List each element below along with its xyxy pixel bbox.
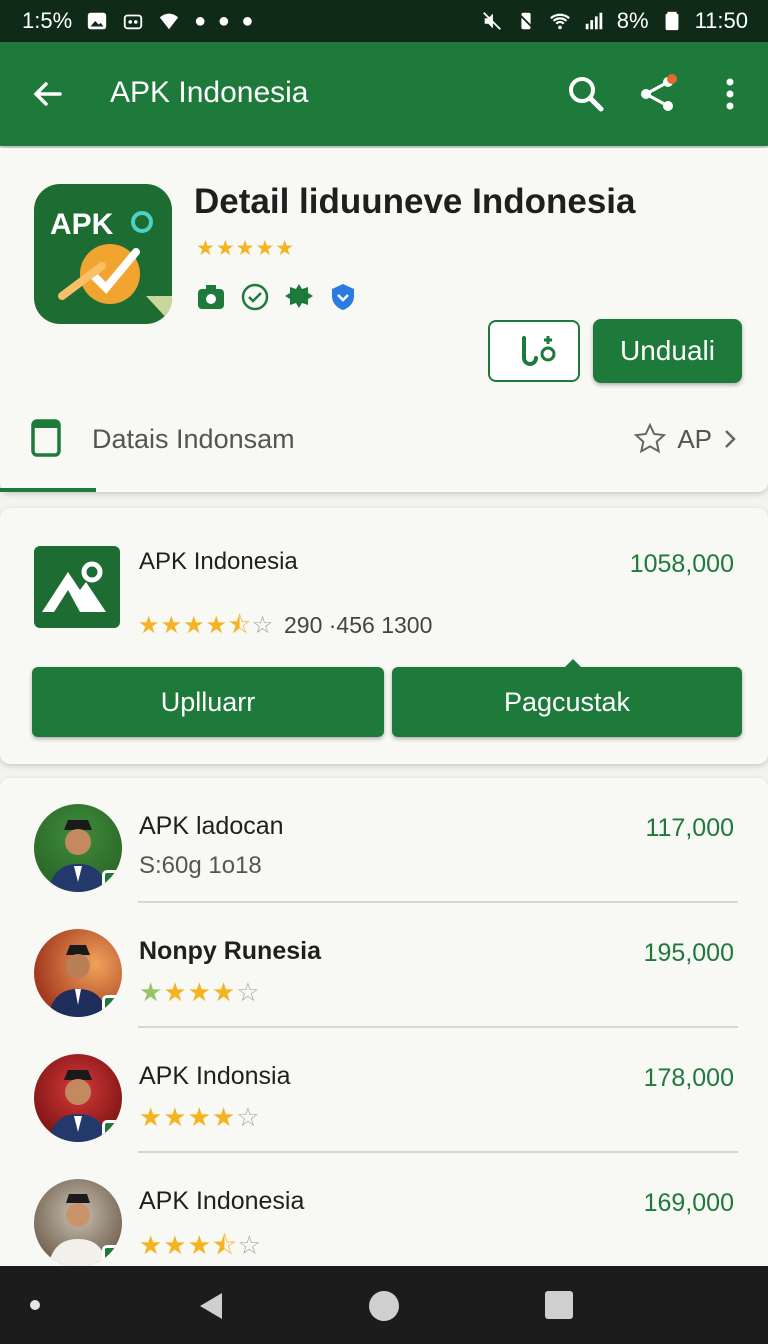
status-left-text: 1:5% [22, 8, 73, 33]
signal-icon [585, 12, 603, 30]
app-list: APK ladocan S:60g 1o18 117,000 Nonpy Run… [0, 778, 768, 1268]
install-button[interactable]: Unduali [593, 319, 742, 383]
featured-app-card[interactable]: APK Indonesia 1058,000 ★★★★⯪☆ 290 ·456 1… [0, 508, 768, 764]
mute-icon [482, 12, 501, 30]
clock: 11:50 [694, 8, 748, 33]
battery-icon [665, 11, 678, 31]
list-item-price: 178,000 [643, 1064, 734, 1092]
list-item-name: Nonpy Runesia [139, 937, 321, 965]
system-nav-bar [0, 1266, 768, 1344]
download-plus-icon [522, 336, 556, 366]
star-outline-icon [633, 422, 667, 454]
avatar [34, 804, 122, 892]
more-notifications-icon: ● ● ● [194, 9, 257, 32]
app-logo: APK [34, 184, 172, 324]
verified-check-badge-icon [241, 283, 269, 311]
status-bar: 1:5% ● ● ● 8% 11:50 [0, 0, 768, 42]
app-badges [196, 282, 358, 312]
back-arrow-icon[interactable] [28, 74, 68, 114]
list-item-subtitle: S:60g 1o18 [139, 852, 262, 879]
app-name: Detail liduuneve Indonesia [194, 182, 636, 221]
list-item-price: 117,000 [645, 814, 734, 842]
list-item-price: 195,000 [643, 939, 734, 967]
camera-badge-icon [198, 285, 224, 309]
list-item[interactable]: APK ladocan S:60g 1o18 117,000 [0, 778, 768, 903]
tab-indicator [0, 488, 96, 492]
back-nav-icon[interactable] [196, 1290, 226, 1322]
featured-app-meta: 290 ·456 1300 [284, 612, 433, 638]
rate-app-link[interactable]: AP [633, 422, 738, 456]
app-detail-card: APK Detail liduuneve Indonesia ★★★★★ Und… [0, 148, 768, 492]
app-bar-title: APK Indonesia [110, 76, 309, 109]
list-item-name: APK Indonesia [139, 1187, 305, 1215]
verified-dot [102, 870, 122, 890]
avatar [34, 929, 122, 1017]
app-rating-stars: ★★★★★ [196, 237, 296, 260]
verified-dot [102, 1245, 122, 1265]
upload-button[interactable]: Uplluarr [32, 667, 384, 737]
gear-badge-icon [285, 284, 313, 308]
nav-indicator-dot [30, 1300, 40, 1310]
secondary-download-button[interactable] [488, 320, 580, 382]
app-bar: APK Indonesia [0, 42, 768, 146]
battery-percent: 8% [616, 8, 649, 33]
list-item[interactable]: APK Indonesia ★★★⯪☆ 169,000 [0, 1153, 768, 1278]
rate-app-label: AP [677, 423, 712, 454]
vibrate-icon [516, 12, 535, 30]
list-item-name: APK ladocan [139, 812, 284, 840]
wifi-notification-icon [159, 13, 179, 30]
featured-app-price: 1058,000 [629, 550, 734, 578]
featured-rating-stars: ★★★★⯪☆ [138, 612, 275, 639]
list-item-rating: ★★★★☆ [139, 977, 261, 1007]
avatar [34, 1179, 122, 1267]
shield-badge-icon [332, 284, 354, 310]
purchase-button[interactable]: Pagcustak [392, 659, 742, 737]
featured-app-name: APK Indonesia [139, 548, 298, 575]
wifi-icon [549, 13, 570, 30]
more-options-icon[interactable] [708, 72, 752, 116]
share-icon[interactable] [636, 72, 680, 116]
document-icon [31, 419, 61, 457]
list-item[interactable]: Nonpy Runesia ★★★★☆ 195,000 [0, 903, 768, 1028]
details-tab-label: Datais Indonsam [92, 424, 295, 454]
avatar [34, 1054, 122, 1142]
verified-dot [102, 995, 122, 1015]
checkmark-logo-icon [58, 211, 172, 324]
mountain-logo-icon [42, 561, 106, 612]
list-item-name: APK Indonsia [139, 1062, 291, 1090]
list-item-rating: ★★★⯪☆ [139, 1230, 262, 1260]
notification-icon [123, 14, 143, 30]
details-tab[interactable]: Datais Indonsam AP [0, 392, 768, 492]
verified-dot [102, 1120, 122, 1140]
list-item[interactable]: APK Indonsia ★★★★☆ 178,000 [0, 1028, 768, 1153]
list-item-price: 169,000 [643, 1189, 734, 1217]
featured-app-logo [34, 546, 120, 628]
recents-nav-icon[interactable] [544, 1290, 574, 1320]
image-notification-icon [87, 12, 107, 30]
search-icon[interactable] [564, 72, 608, 116]
list-item-rating: ★★★★☆ [139, 1102, 261, 1132]
home-nav-icon[interactable] [368, 1290, 400, 1322]
chevron-right-icon [725, 430, 736, 448]
